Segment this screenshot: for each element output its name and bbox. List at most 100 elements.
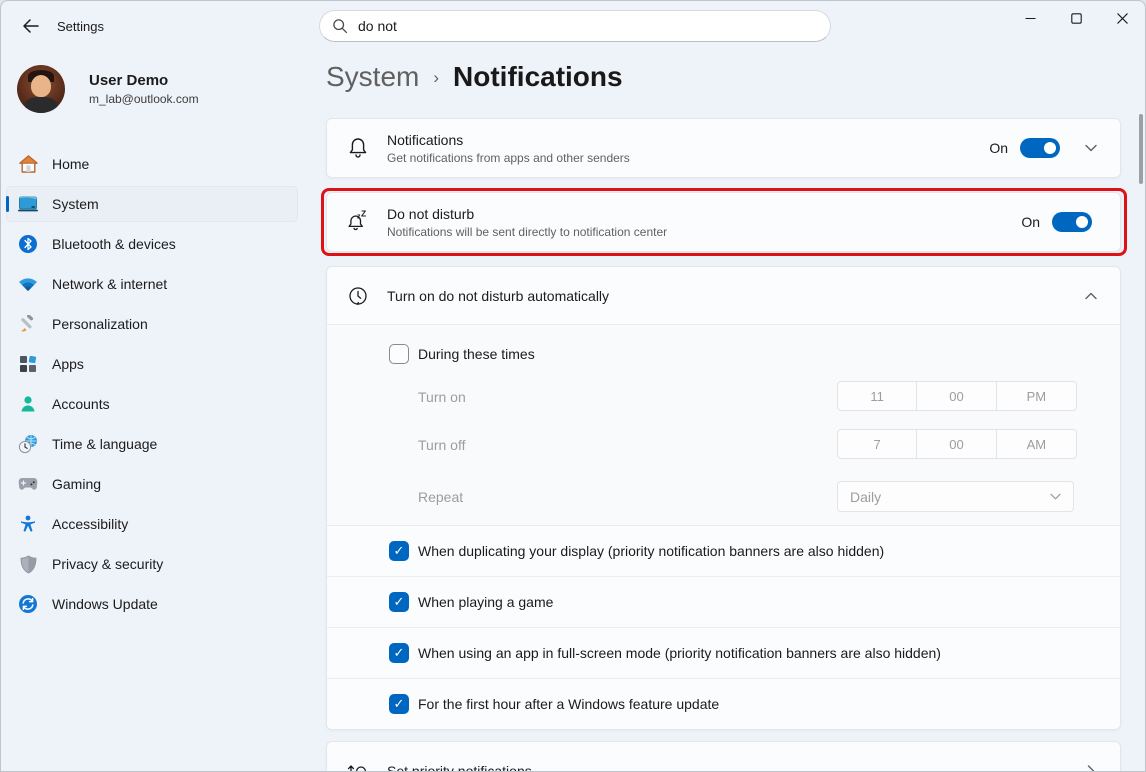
sidebar-item-privacy-security[interactable]: Privacy & security bbox=[6, 546, 298, 582]
during-times-checkbox[interactable] bbox=[389, 344, 409, 364]
sidebar-item-label: Home bbox=[52, 156, 89, 172]
feature-update-checkbox[interactable]: ✓ bbox=[389, 694, 409, 714]
window-controls bbox=[1007, 1, 1145, 35]
priority-notifications-icon bbox=[345, 759, 371, 772]
breadcrumb-system[interactable]: System bbox=[326, 61, 419, 93]
repeat-value: Daily bbox=[850, 489, 881, 505]
minimize-icon bbox=[1025, 13, 1036, 24]
time-language-icon bbox=[18, 434, 38, 454]
playing-game-checkbox[interactable]: ✓ bbox=[389, 592, 409, 612]
sidebar-item-accessibility[interactable]: Accessibility bbox=[6, 506, 298, 542]
turn-off-time-picker[interactable]: 7 00 AM bbox=[837, 429, 1077, 459]
sidebar-item-network-internet[interactable]: Network & internet bbox=[6, 266, 298, 302]
duplicating-display-checkbox[interactable]: ✓ bbox=[389, 541, 409, 561]
sidebar-item-label: Windows Update bbox=[52, 596, 158, 612]
close-button[interactable] bbox=[1099, 1, 1145, 35]
dnd-rule-row[interactable]: ✓ When playing a game bbox=[327, 576, 1120, 627]
sidebar-item-apps[interactable]: Apps bbox=[6, 346, 298, 382]
sidebar-item-system[interactable]: System bbox=[6, 186, 298, 222]
dnd-toggle[interactable] bbox=[1052, 212, 1092, 232]
do-not-disturb-card[interactable]: zZ Do not disturb Notifications will be … bbox=[326, 192, 1121, 252]
maximize-button[interactable] bbox=[1053, 1, 1099, 35]
chevron-up-icon[interactable] bbox=[1078, 292, 1104, 300]
fullscreen-app-label: When using an app in full-screen mode (p… bbox=[418, 645, 941, 661]
sidebar-item-home[interactable]: Home bbox=[6, 146, 298, 182]
sidebar-item-gaming[interactable]: Gaming bbox=[6, 466, 298, 502]
turn-off-ampm[interactable]: AM bbox=[997, 430, 1076, 458]
breadcrumb-separator: › bbox=[433, 68, 439, 88]
turn-on-time-picker[interactable]: 11 00 PM bbox=[837, 381, 1077, 411]
sidebar-item-label: Network & internet bbox=[52, 276, 167, 292]
during-times-section: During these times Turn on 11 00 PM Turn… bbox=[327, 324, 1120, 525]
maximize-icon bbox=[1071, 13, 1082, 24]
auto-dnd-header[interactable]: Turn on do not disturb automatically bbox=[327, 267, 1120, 324]
clock-history-icon bbox=[345, 285, 371, 307]
auto-dnd-expander: Turn on do not disturb automatically Dur… bbox=[326, 266, 1121, 730]
sidebar: User Demo m_lab@outlook.com Home System bbox=[1, 49, 311, 772]
sidebar-item-time-language[interactable]: Time & language bbox=[6, 426, 298, 462]
notifications-card[interactable]: Notifications Get notifications from app… bbox=[326, 118, 1121, 178]
fullscreen-app-checkbox[interactable]: ✓ bbox=[389, 643, 409, 663]
sidebar-nav: Home System Bluetooth & devices Network … bbox=[6, 146, 298, 626]
minimize-button[interactable] bbox=[1007, 1, 1053, 35]
sidebar-item-label: System bbox=[52, 196, 99, 212]
notifications-toggle[interactable] bbox=[1020, 138, 1060, 158]
sidebar-item-label: Accessibility bbox=[52, 516, 128, 532]
sidebar-item-label: Bluetooth & devices bbox=[52, 236, 176, 252]
search-box[interactable] bbox=[319, 10, 831, 42]
sidebar-item-label: Time & language bbox=[52, 436, 157, 452]
feature-update-label: For the first hour after a Windows featu… bbox=[418, 696, 719, 712]
sidebar-item-label: Personalization bbox=[52, 316, 148, 332]
dnd-rule-row[interactable]: ✓ When duplicating your display (priorit… bbox=[327, 525, 1120, 576]
repeat-label: Repeat bbox=[418, 489, 463, 505]
turn-on-label: Turn on bbox=[418, 389, 466, 405]
system-icon bbox=[18, 194, 38, 214]
user-email: m_lab@outlook.com bbox=[89, 92, 199, 106]
sidebar-item-label: Apps bbox=[52, 356, 84, 372]
turn-on-ampm[interactable]: PM bbox=[997, 382, 1076, 410]
user-profile[interactable]: User Demo m_lab@outlook.com bbox=[17, 65, 199, 113]
page-title: Notifications bbox=[453, 61, 623, 93]
chevron-down-icon[interactable] bbox=[1078, 144, 1104, 152]
priority-title: Set priority notifications bbox=[387, 763, 1060, 772]
dnd-rule-row[interactable]: ✓ When using an app in full-screen mode … bbox=[327, 627, 1120, 678]
title-bar: Settings bbox=[1, 1, 1145, 49]
dnd-rule-row[interactable]: ✓ For the first hour after a Windows fea… bbox=[327, 678, 1120, 729]
turn-off-label: Turn off bbox=[418, 437, 465, 453]
sidebar-item-personalization[interactable]: Personalization bbox=[6, 306, 298, 342]
bell-icon bbox=[345, 136, 371, 160]
breadcrumb: System › Notifications bbox=[326, 61, 623, 93]
avatar bbox=[17, 65, 65, 113]
bluetooth-icon bbox=[18, 234, 38, 254]
repeat-dropdown[interactable]: Daily bbox=[837, 481, 1074, 512]
settings-window: Settings User Demo bbox=[0, 0, 1146, 772]
sidebar-item-windows-update[interactable]: Windows Update bbox=[6, 586, 298, 622]
apps-icon bbox=[18, 354, 38, 374]
sidebar-item-bluetooth-devices[interactable]: Bluetooth & devices bbox=[6, 226, 298, 262]
search-input[interactable] bbox=[358, 18, 818, 34]
duplicating-display-label: When duplicating your display (priority … bbox=[418, 543, 884, 559]
back-arrow-icon bbox=[22, 18, 40, 34]
playing-game-label: When playing a game bbox=[418, 594, 553, 610]
turn-on-hour[interactable]: 11 bbox=[838, 382, 917, 410]
priority-notifications-card[interactable]: Set priority notifications bbox=[326, 741, 1121, 772]
turn-on-minute[interactable]: 00 bbox=[917, 382, 996, 410]
auto-dnd-title: Turn on do not disturb automatically bbox=[387, 288, 1060, 304]
sidebar-item-label: Privacy & security bbox=[52, 556, 163, 572]
sidebar-item-accounts[interactable]: Accounts bbox=[6, 386, 298, 422]
notifications-subtitle: Get notifications from apps and other se… bbox=[387, 151, 989, 165]
sidebar-item-label: Accounts bbox=[52, 396, 110, 412]
turn-off-minute[interactable]: 00 bbox=[917, 430, 996, 458]
windows-update-icon bbox=[18, 594, 38, 614]
dnd-title: Do not disturb bbox=[387, 206, 1021, 222]
search-icon bbox=[332, 18, 348, 34]
back-button[interactable] bbox=[15, 14, 47, 38]
bell-sleep-icon: zZ bbox=[345, 210, 371, 234]
dnd-subtitle: Notifications will be sent directly to n… bbox=[387, 225, 1021, 239]
notifications-toggle-label: On bbox=[989, 140, 1008, 156]
accounts-icon bbox=[18, 394, 38, 414]
scrollbar-thumb[interactable] bbox=[1139, 114, 1143, 184]
turn-off-hour[interactable]: 7 bbox=[838, 430, 917, 458]
accessibility-icon bbox=[18, 514, 38, 534]
user-name: User Demo bbox=[89, 72, 199, 89]
